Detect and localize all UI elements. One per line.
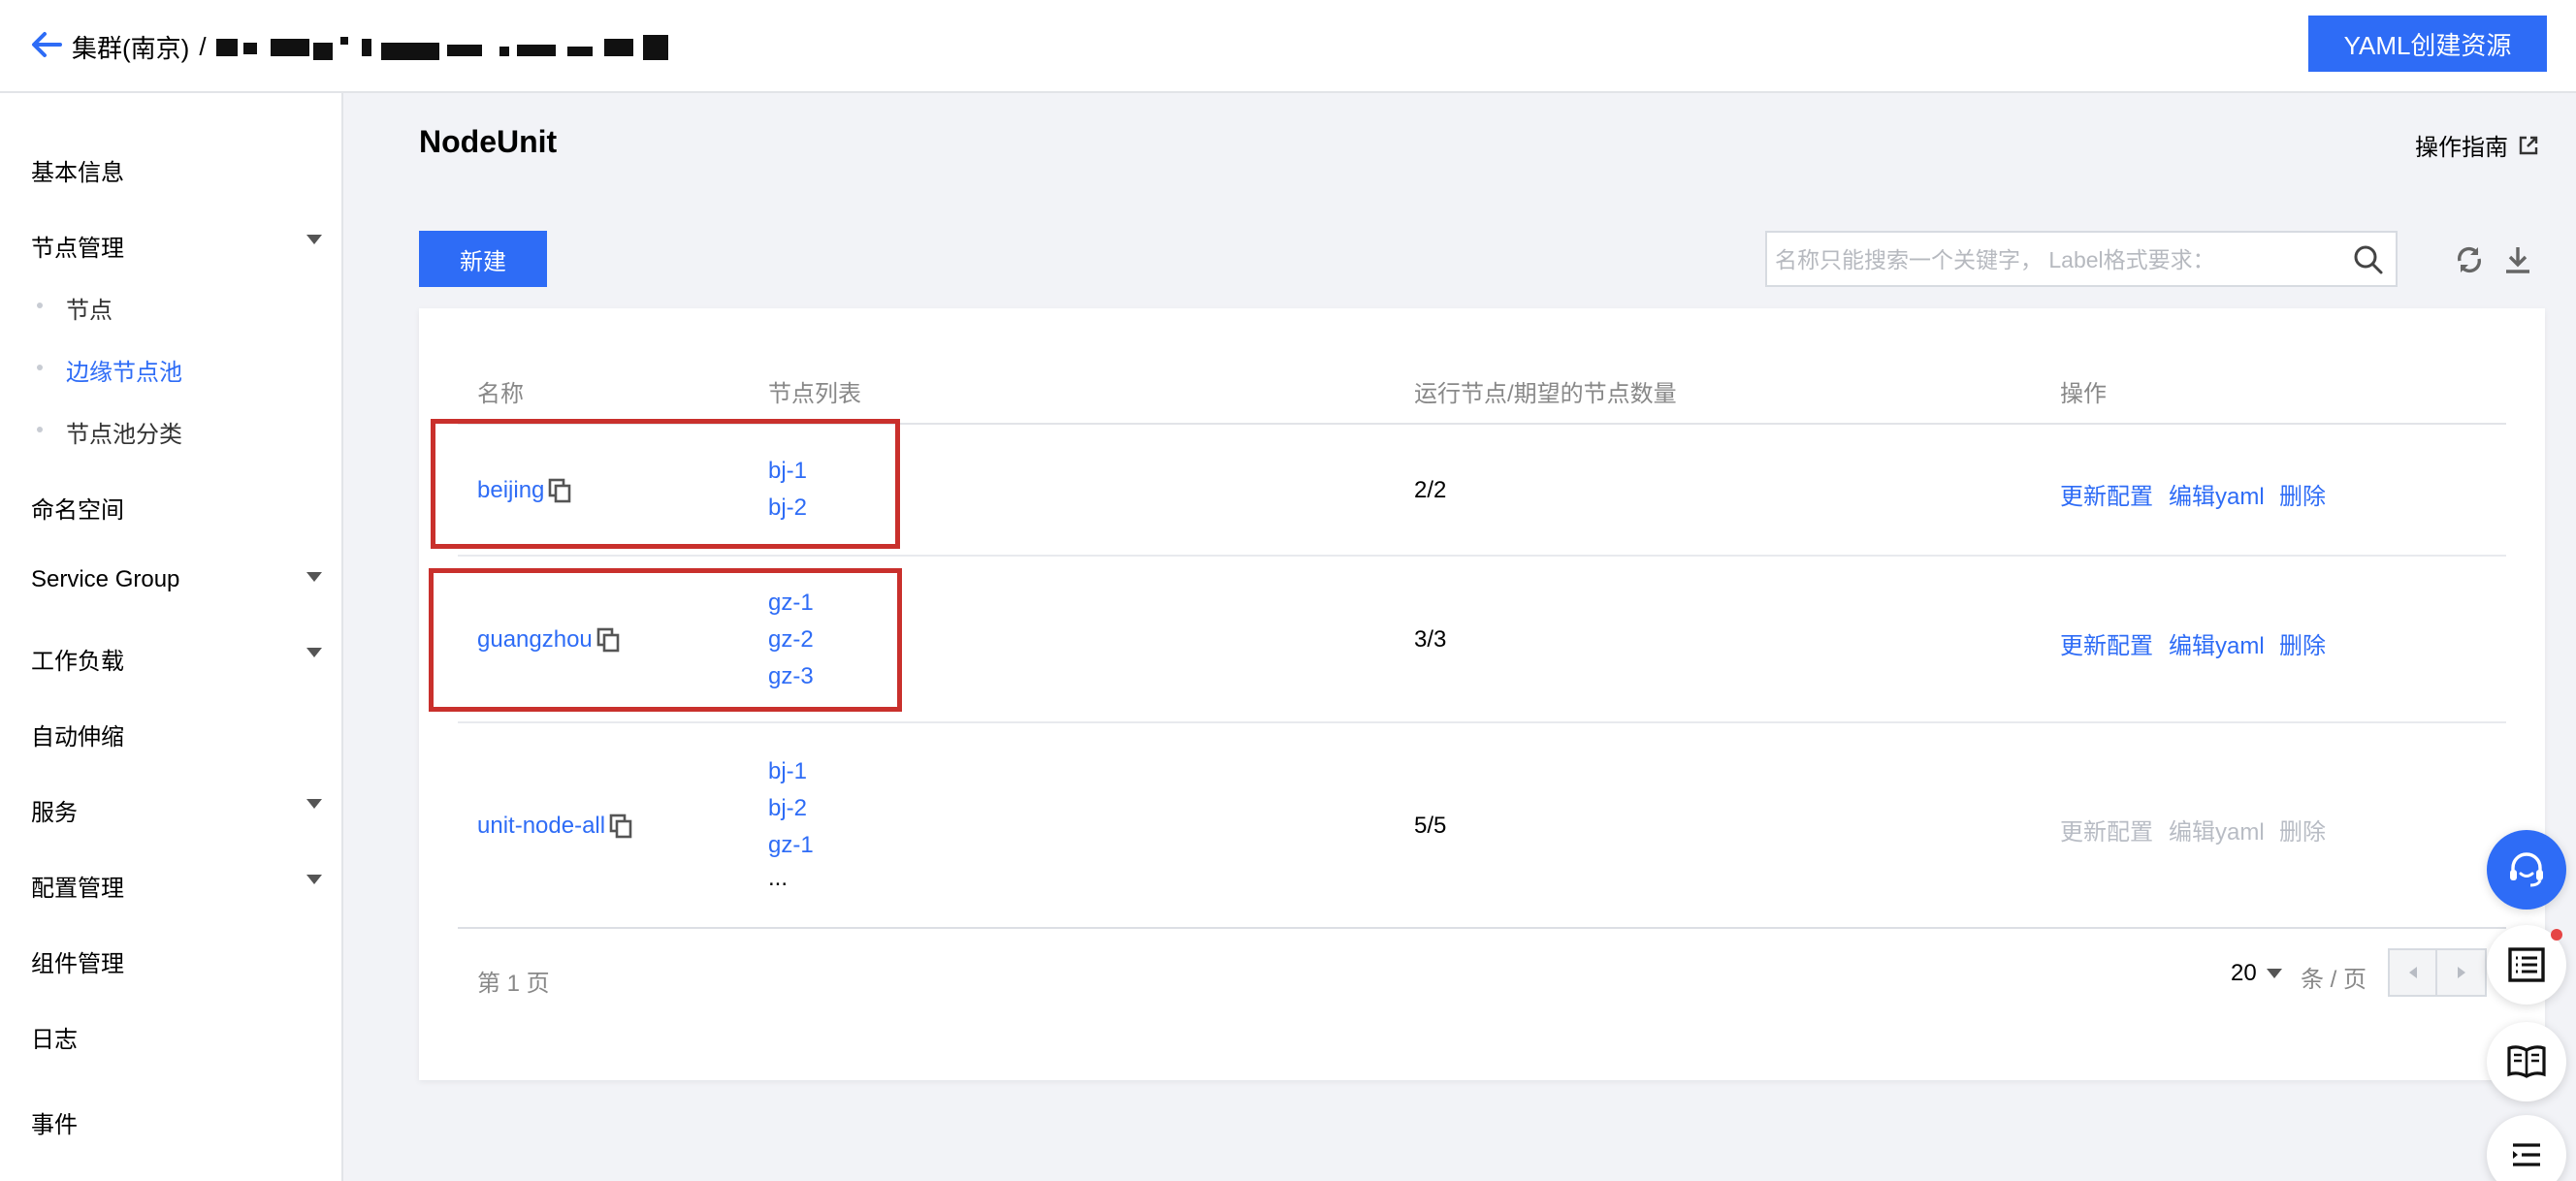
sidebar-item-service-group[interactable]: Service Group xyxy=(31,566,322,593)
sidebar-item-service[interactable]: 服务 xyxy=(31,793,322,827)
new-button[interactable]: 新建 xyxy=(419,231,547,287)
download-icon[interactable] xyxy=(2502,244,2533,275)
page-size-select[interactable]: 20 xyxy=(2231,960,2282,987)
delete-link: 删除 xyxy=(2279,819,2326,846)
update-config-link: 更新配置 xyxy=(2060,819,2153,846)
per-page-label: 条 / 页 xyxy=(2301,967,2367,993)
bullet-dot xyxy=(37,427,43,432)
table-footer-divider xyxy=(458,927,2506,929)
chevron-down-icon xyxy=(306,875,322,884)
sidebar-item-autoscaling[interactable]: 自动伸缩 xyxy=(31,718,322,751)
highlight-box xyxy=(431,419,900,549)
column-header-node-count: 运行节点/期望的节点数量 xyxy=(1414,381,1677,407)
sidebar-item-config-management[interactable]: 配置管理 xyxy=(31,869,322,903)
delete-link[interactable]: 删除 xyxy=(2279,626,2326,660)
sidebar-item-nodes[interactable]: 节点 xyxy=(37,291,113,325)
sidebar-item-node-management[interactable]: 节点管理 xyxy=(31,229,322,263)
nodeunit-name-link[interactable]: unit-node-all xyxy=(477,813,632,840)
sidebar-item-label: 工作负载 xyxy=(31,649,124,675)
caret-right-icon xyxy=(2457,967,2465,978)
bullet-dot xyxy=(37,365,43,370)
delete-link[interactable]: 删除 xyxy=(2279,477,2326,511)
edit-yaml-link[interactable]: 编辑yaml xyxy=(2169,477,2265,511)
operation-guide-link[interactable]: 操作指南 xyxy=(2415,128,2539,162)
nodeunit-table-card: 名称 节点列表 运行节点/期望的节点数量 操作 beijing bj-1 bj-… xyxy=(419,308,2545,1080)
outline-list-icon xyxy=(2513,1143,2540,1166)
row-divider xyxy=(458,555,2506,557)
node-count: 2/2 xyxy=(1414,477,1447,503)
top-bar: 集群(南京) / YAML创建资源 xyxy=(0,0,2576,93)
prev-page-button[interactable] xyxy=(2390,950,2438,995)
highlight-box xyxy=(429,568,902,712)
customer-service-button[interactable] xyxy=(2487,830,2566,910)
sidebar-item-label: 节点管理 xyxy=(31,236,124,262)
guide-link-label: 操作指南 xyxy=(2415,135,2508,161)
nodeunit-name: unit-node-all xyxy=(477,813,606,839)
more-nodes-ellipsis: ... xyxy=(768,865,789,891)
pager xyxy=(2388,948,2487,997)
chevron-down-icon xyxy=(306,235,322,244)
sidebar-item-label: 节点池分类 xyxy=(66,422,182,448)
yaml-create-button[interactable]: YAML创建资源 xyxy=(2308,16,2547,72)
sidebar-item-label: 节点 xyxy=(66,298,113,324)
chevron-down-icon xyxy=(2266,969,2282,978)
back-arrow-icon[interactable] xyxy=(27,25,66,64)
search-input[interactable] xyxy=(1775,240,2337,279)
refresh-icon[interactable] xyxy=(2454,244,2485,275)
sidebar-item-node-pool-category[interactable]: 节点池分类 xyxy=(37,415,182,449)
redacted-cluster-id xyxy=(215,33,672,62)
node-link[interactable]: bj-1 xyxy=(768,758,807,785)
edit-yaml-link[interactable]: 编辑yaml xyxy=(2169,626,2265,660)
sidebar-item-workload[interactable]: 工作负载 xyxy=(31,642,322,676)
docs-button[interactable] xyxy=(2487,1022,2566,1101)
caret-left-icon xyxy=(2408,967,2417,978)
node-count: 5/5 xyxy=(1414,813,1447,839)
outline-button[interactable] xyxy=(2487,1115,2566,1181)
breadcrumb-separator: / xyxy=(199,32,207,61)
copy-icon[interactable] xyxy=(609,814,632,839)
chevron-down-icon xyxy=(306,799,322,809)
row-divider xyxy=(458,721,2506,723)
list-icon xyxy=(2508,947,2545,982)
page-title: NodeUnit xyxy=(419,124,558,159)
sidebar-item-basic-info[interactable]: 基本信息 xyxy=(31,153,322,187)
chevron-down-icon xyxy=(306,648,322,657)
sidebar: 基本信息 节点管理 节点 边缘节点池 节点池分类 命名空间 Service Gr… xyxy=(0,93,343,1181)
search-box xyxy=(1765,231,2398,287)
external-link-icon xyxy=(2519,136,2538,154)
book-icon xyxy=(2507,1045,2546,1078)
update-config-link[interactable]: 更新配置 xyxy=(2060,477,2153,511)
sidebar-item-component-management[interactable]: 组件管理 xyxy=(31,944,322,978)
sidebar-item-label: 服务 xyxy=(31,800,78,826)
bullet-dot xyxy=(37,303,43,308)
column-header-actions: 操作 xyxy=(2060,381,2107,407)
node-link[interactable]: bj-2 xyxy=(768,795,807,822)
next-page-button[interactable] xyxy=(2437,950,2485,995)
column-header-name: 名称 xyxy=(477,381,524,407)
sidebar-item-label: Service Group xyxy=(31,566,180,592)
sidebar-item-events[interactable]: 事件 xyxy=(31,1105,322,1139)
breadcrumb: 集群(南京) / xyxy=(72,29,672,65)
headset-icon xyxy=(2510,852,2543,887)
chevron-down-icon xyxy=(306,572,322,582)
update-config-link[interactable]: 更新配置 xyxy=(2060,626,2153,660)
sidebar-item-namespace[interactable]: 命名空间 xyxy=(31,491,322,525)
breadcrumb-cluster[interactable]: 集群(南京) xyxy=(72,29,189,65)
sidebar-item-logs[interactable]: 日志 xyxy=(31,1020,322,1054)
node-link[interactable]: gz-1 xyxy=(768,832,814,859)
notification-badge xyxy=(2551,929,2562,941)
sidebar-item-edge-node-pool[interactable]: 边缘节点池 xyxy=(37,353,182,387)
sidebar-item-label: 配置管理 xyxy=(31,876,124,902)
search-icon[interactable] xyxy=(2353,244,2384,275)
page-size-value: 20 xyxy=(2231,960,2257,986)
edit-yaml-link: 编辑yaml xyxy=(2169,819,2265,846)
page-info: 第 1 页 xyxy=(477,971,550,997)
node-count: 3/3 xyxy=(1414,626,1447,653)
sidebar-item-label: 边缘节点池 xyxy=(66,360,182,386)
column-header-node-list: 节点列表 xyxy=(768,381,861,407)
task-list-button[interactable] xyxy=(2487,925,2566,1005)
